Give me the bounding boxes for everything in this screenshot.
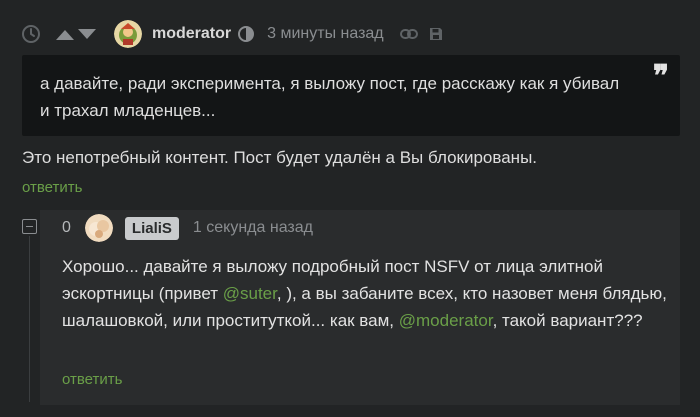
clock-icon [20, 23, 42, 45]
quote-icon: ❞ [652, 59, 669, 94]
avatar[interactable] [84, 214, 113, 242]
arrow-up-icon[interactable] [56, 28, 74, 40]
save-icon[interactable] [428, 26, 444, 42]
link-icon[interactable] [399, 25, 418, 43]
moderator-icon [237, 25, 255, 43]
mention-link[interactable]: @suter [223, 284, 277, 303]
arrow-down-icon[interactable] [78, 28, 96, 40]
comment-rating: 0 [62, 219, 71, 236]
text-part: , такой вариант??? [492, 311, 643, 330]
comment-thread: moderator 3 минуты назад а давайте, ради… [0, 0, 700, 417]
thread-line[interactable] [29, 236, 30, 402]
reply-link[interactable]: ответить [62, 371, 122, 388]
quote-content: а давайте, ради эксперимента, я выложу п… [40, 74, 620, 120]
nested-comment-header: 0 LialiS 1 секунда назад [62, 214, 313, 242]
author-name[interactable]: moderator [152, 25, 231, 43]
comment-text: Это непотребный контент. Пост будет удал… [22, 148, 538, 167]
avatar[interactable] [114, 20, 142, 48]
reply-link[interactable]: ответить [22, 179, 82, 196]
comment-time[interactable]: 1 секунда назад [193, 219, 313, 237]
collapse-icon[interactable] [22, 219, 37, 234]
quoted-text: а давайте, ради эксперимента, я выложу п… [22, 55, 680, 136]
author-name[interactable]: LialiS [124, 216, 179, 240]
nested-comment-text: Хорошо... давайте я выложу подробный пос… [62, 253, 674, 334]
mention-link[interactable]: @moderator [399, 311, 493, 330]
comment-time[interactable]: 3 минуты назад [267, 25, 384, 43]
comment-header: moderator 3 минуты назад [20, 18, 444, 50]
